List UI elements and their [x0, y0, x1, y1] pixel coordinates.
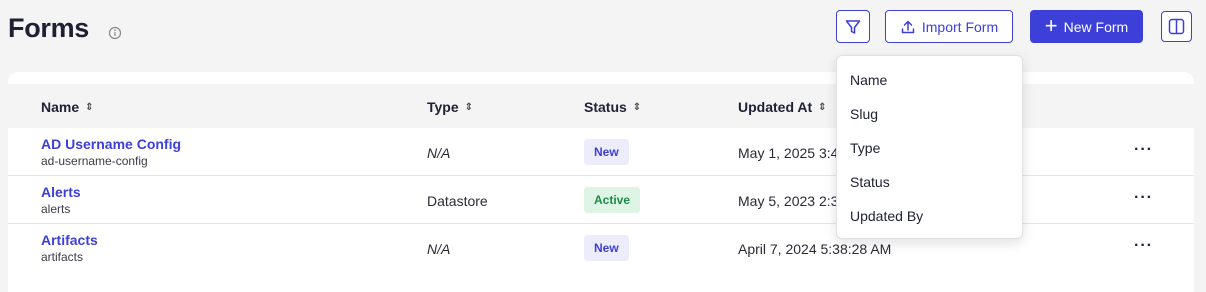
form-name-link[interactable]: AD Username Config — [41, 136, 181, 152]
form-slug: alerts — [41, 202, 71, 216]
column-layout-button[interactable] — [1161, 11, 1192, 42]
status-badge: New — [584, 139, 629, 165]
form-name-link[interactable]: Artifacts — [41, 232, 98, 248]
plus-icon: + — [1044, 12, 1058, 38]
form-slug: ad-username-config — [41, 154, 148, 168]
filter-option-type[interactable]: Type — [850, 140, 880, 156]
status-badge: Active — [584, 187, 641, 213]
filter-dropdown-menu: Name Slug Type Status Updated By — [836, 55, 1023, 239]
updated-at: April 7, 2024 5:38:28 AM — [738, 241, 892, 257]
new-form-button[interactable]: + New Form — [1030, 10, 1143, 43]
form-slug: artifacts — [41, 250, 84, 264]
form-type: Datastore — [427, 193, 488, 209]
import-form-label: Import Form — [921, 18, 999, 35]
column-header-type[interactable]: Type ⇕ — [427, 99, 473, 115]
forms-page: Forms Import Form + New Form Name ⇕ Type… — [0, 0, 1206, 292]
new-form-label: New Form — [1063, 18, 1129, 35]
info-icon[interactable] — [108, 26, 122, 40]
form-type: N/A — [427, 241, 451, 257]
sort-icon: ⇕ — [464, 101, 474, 113]
filter-option-status[interactable]: Status — [850, 174, 890, 190]
column-header-name[interactable]: Name ⇕ — [41, 99, 94, 115]
import-form-button[interactable]: Import Form — [885, 10, 1013, 43]
sort-icon: ⇕ — [818, 101, 827, 113]
updated-at: May 1, 2025 3:4 — [738, 145, 839, 161]
form-name-link[interactable]: Alerts — [41, 184, 81, 200]
form-type: N/A — [427, 145, 451, 161]
updated-at: May 5, 2023 2:3 — [738, 193, 839, 209]
page-title: Forms — [8, 13, 90, 43]
filter-icon — [845, 19, 861, 34]
sort-icon: ⇕ — [85, 101, 94, 113]
column-header-status[interactable]: Status ⇕ — [584, 99, 641, 115]
filter-option-slug[interactable]: Slug — [850, 106, 878, 122]
status-badge: New — [584, 235, 629, 261]
columns-layout-icon — [1168, 18, 1185, 35]
row-actions-button[interactable]: ··· — [1134, 141, 1153, 159]
filter-option-updated-by[interactable]: Updated By — [850, 208, 923, 224]
filter-button[interactable] — [836, 10, 870, 43]
column-header-updated-at[interactable]: Updated At ⇕ — [738, 99, 827, 115]
filter-option-name[interactable]: Name — [850, 72, 887, 88]
upload-icon — [901, 20, 915, 33]
row-actions-button[interactable]: ··· — [1134, 189, 1153, 207]
sort-icon: ⇕ — [632, 101, 642, 113]
row-actions-button[interactable]: ··· — [1134, 237, 1153, 255]
